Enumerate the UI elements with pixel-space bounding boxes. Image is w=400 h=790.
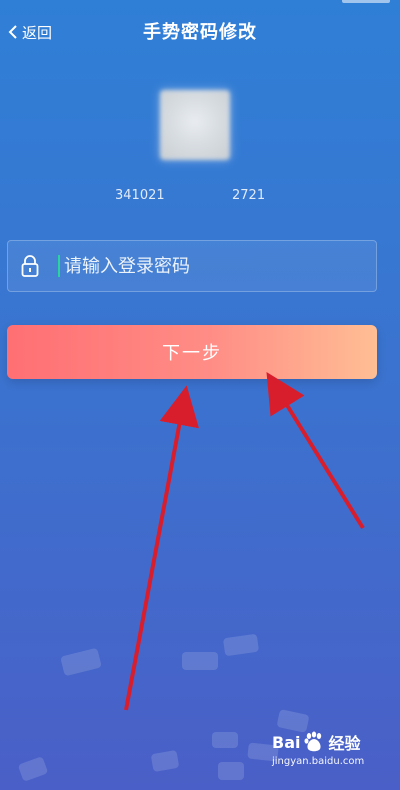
decorative-tile (218, 762, 244, 780)
decorative-tile (222, 633, 260, 657)
account-number-start: 341021 (115, 188, 165, 203)
status-bar (0, 0, 400, 10)
next-step-button[interactable]: 下一步 (7, 325, 377, 379)
page-title: 手势密码修改 (143, 22, 257, 43)
arrow-right (266, 371, 365, 530)
watermark-brand-right: 经验 (328, 734, 361, 753)
status-fragment-right (342, 0, 390, 3)
decorative-tile (182, 652, 218, 670)
arrow-left (124, 385, 199, 711)
decorative-tile (150, 749, 180, 773)
navigation-bar: 返回 手势密码修改 (0, 12, 400, 52)
watermark-brand-left: Bai (272, 732, 301, 752)
account-number: 341021 2721 (0, 188, 400, 206)
password-field[interactable] (7, 240, 377, 292)
lock-icon (21, 255, 39, 277)
paw-icon (304, 731, 322, 752)
decorative-tile (212, 732, 238, 748)
password-input[interactable] (60, 242, 376, 290)
decorative-tile (60, 647, 102, 677)
watermark-url: jingyan.baidu.com (272, 756, 365, 767)
account-number-end: 2721 (232, 188, 266, 203)
avatar (160, 90, 230, 160)
decorative-tile (17, 756, 49, 782)
baidu-jingyan-watermark: Bai 经验 jingyan.baidu.com (272, 730, 392, 780)
